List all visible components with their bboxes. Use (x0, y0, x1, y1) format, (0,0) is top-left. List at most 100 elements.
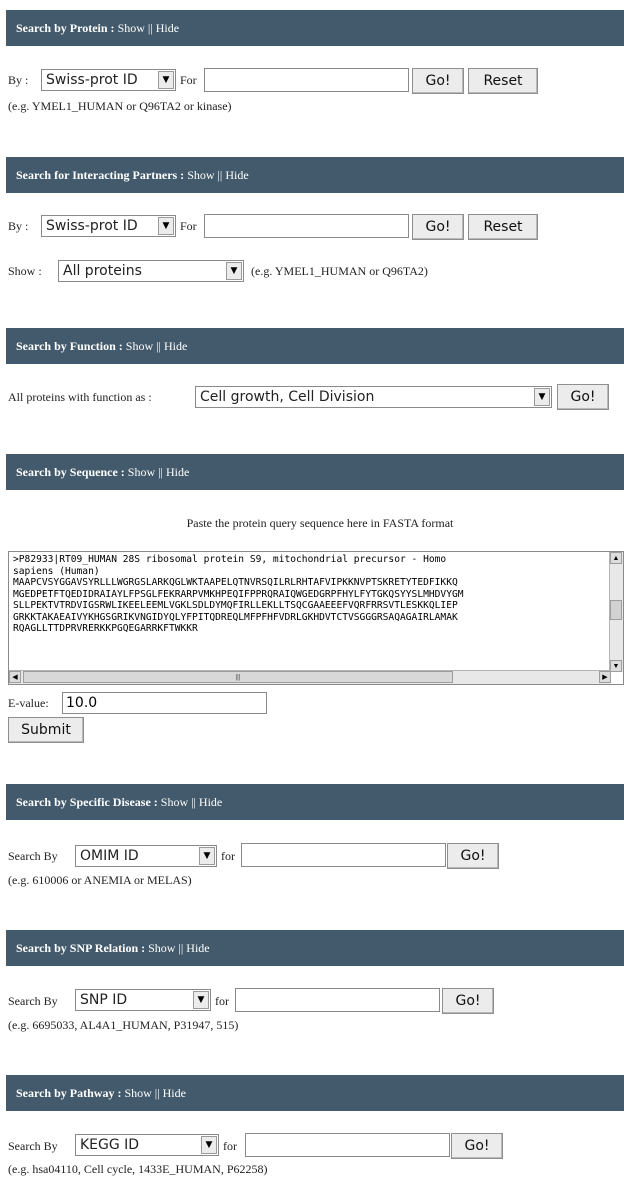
pathway-for-label: for (223, 1139, 237, 1153)
protein-by-label: By : (8, 73, 29, 87)
disease-show-link[interactable]: Show (161, 795, 188, 809)
interacting-for-label: For (180, 219, 197, 233)
protein-by-select-value: Swiss-prot ID (46, 72, 138, 88)
pathway-hide-link[interactable]: Hide (163, 1086, 186, 1100)
dropdown-arrow-icon[interactable]: ▼ (158, 71, 174, 89)
pathway-section-header: Search by Pathway : Show || Hide (6, 1075, 624, 1111)
disease-separator: || (191, 795, 196, 809)
pathway-by-select-value: KEGG ID (80, 1137, 140, 1153)
scroll-right-icon[interactable]: ▶ (599, 671, 611, 683)
sequence-section-title: Search by Sequence : (16, 465, 125, 479)
dropdown-arrow-icon[interactable]: ▼ (199, 847, 215, 865)
sequence-show-link[interactable]: Show (128, 465, 155, 479)
scroll-left-icon[interactable]: ◀ (9, 671, 21, 683)
snp-query-input[interactable] (235, 988, 440, 1012)
sequence-separator: || (158, 465, 163, 479)
function-select[interactable]: Cell growth, Cell Division ▼ (195, 386, 552, 408)
protein-by-select[interactable]: Swiss-prot ID ▼ (41, 69, 176, 91)
dropdown-arrow-icon[interactable]: ▼ (226, 262, 242, 280)
sequence-textarea[interactable]: >P82933|RT09_HUMAN 28S ribosomal protein… (8, 551, 624, 685)
interacting-show-link[interactable]: Show (187, 168, 214, 182)
interacting-hide-link[interactable]: Hide (225, 168, 248, 182)
scroll-down-icon[interactable]: ▼ (610, 660, 622, 672)
sequence-instruction: Paste the protein query sequence here in… (186, 516, 454, 530)
function-select-value: Cell growth, Cell Division (200, 389, 375, 405)
interacting-by-select[interactable]: Swiss-prot ID ▼ (41, 215, 176, 237)
disease-query-input[interactable] (241, 843, 446, 867)
snp-section-header: Search by SNP Relation : Show || Hide (6, 930, 624, 966)
snp-by-label: Search By (8, 994, 58, 1008)
interacting-section-title: Search for Interacting Partners : (16, 168, 185, 182)
snp-section-title: Search by SNP Relation : (16, 941, 146, 955)
sequence-hide-link[interactable]: Hide (166, 465, 189, 479)
dropdown-arrow-icon[interactable]: ▼ (201, 1136, 217, 1154)
disease-go-button[interactable]: Go! (447, 843, 499, 869)
sequence-section-header: Search by Sequence : Show || Hide (6, 454, 624, 490)
snp-hide-link[interactable]: Hide (186, 941, 209, 955)
function-label: All proteins with function as : (8, 390, 152, 404)
dropdown-arrow-icon[interactable]: ▼ (534, 388, 550, 406)
sequence-submit-button[interactable]: Submit (8, 717, 84, 743)
protein-example-text: (e.g. YMEL1_HUMAN or Q96TA2 or kinase) (8, 99, 232, 113)
horizontal-scroll-thumb[interactable]: ||| (23, 671, 453, 683)
function-section-title: Search by Function : (16, 339, 123, 353)
pathway-by-label: Search By (8, 1139, 58, 1153)
protein-hide-link[interactable]: Hide (156, 21, 179, 35)
pathway-query-input[interactable] (245, 1133, 450, 1157)
snp-example-text: (e.g. 6695033, AL4A1_HUMAN, P31947, 515) (8, 1018, 239, 1032)
evalue-label: E-value: (8, 696, 49, 710)
function-go-button[interactable]: Go! (557, 384, 609, 410)
pathway-go-button[interactable]: Go! (451, 1133, 503, 1159)
vertical-scrollbar[interactable]: ▲ ▼ (609, 552, 623, 672)
protein-section-header: Search by Protein : Show || Hide (6, 10, 624, 46)
disease-section-header: Search by Specific Disease : Show || Hid… (6, 784, 624, 820)
grip-icon: ||| (235, 673, 241, 681)
disease-by-label: Search By (8, 849, 58, 863)
disease-by-select-value: OMIM ID (80, 848, 139, 864)
horizontal-scrollbar[interactable]: ◀ ||| ▶ (9, 670, 611, 684)
interacting-show-select-value: All proteins (63, 263, 142, 279)
snp-separator: || (178, 941, 184, 955)
dropdown-arrow-icon[interactable]: ▼ (193, 991, 209, 1009)
disease-hide-link[interactable]: Hide (199, 795, 222, 809)
pathway-show-link[interactable]: Show (124, 1086, 151, 1100)
pathway-separator: || (154, 1086, 160, 1100)
disease-by-select[interactable]: OMIM ID ▼ (75, 845, 217, 867)
protein-for-label: For (180, 73, 197, 87)
dropdown-arrow-icon[interactable]: ▼ (158, 217, 174, 235)
pathway-by-select[interactable]: KEGG ID ▼ (75, 1134, 219, 1156)
interacting-show-select[interactable]: All proteins ▼ (58, 260, 244, 282)
protein-show-link[interactable]: Show (118, 21, 145, 35)
interacting-reset-button[interactable]: Reset (468, 214, 538, 240)
pathway-section-title: Search by Pathway : (16, 1086, 122, 1100)
interacting-show-label: Show : (8, 264, 42, 278)
disease-example-text: (e.g. 610006 or ANEMIA or MELAS) (8, 873, 192, 887)
vertical-scroll-thumb[interactable] (610, 600, 622, 620)
protein-separator: || (147, 21, 153, 35)
protein-query-input[interactable] (204, 68, 409, 92)
protein-reset-button[interactable]: Reset (468, 68, 538, 94)
snp-for-label: for (215, 994, 229, 1008)
pathway-example-text: (e.g. hsa04110, Cell cycle, 1433E_HUMAN,… (8, 1162, 268, 1176)
evalue-input[interactable] (62, 692, 267, 714)
snp-go-button[interactable]: Go! (442, 988, 494, 1014)
interacting-by-select-value: Swiss-prot ID (46, 218, 138, 234)
interacting-query-input[interactable] (204, 214, 409, 238)
sequence-fasta-text: >P82933|RT09_HUMAN 28S ribosomal protein… (13, 554, 464, 634)
function-separator: || (156, 339, 161, 353)
function-hide-link[interactable]: Hide (164, 339, 187, 353)
interacting-separator: || (217, 168, 223, 182)
protein-go-button[interactable]: Go! (412, 68, 464, 94)
interacting-section-header: Search for Interacting Partners : Show |… (6, 157, 624, 193)
interacting-example-text: (e.g. YMEL1_HUMAN or Q96TA2) (251, 264, 428, 278)
function-section-header: Search by Function : Show || Hide (6, 328, 624, 364)
interacting-by-label: By : (8, 219, 29, 233)
snp-by-select[interactable]: SNP ID ▼ (75, 989, 211, 1011)
scroll-up-icon[interactable]: ▲ (610, 552, 622, 564)
snp-by-select-value: SNP ID (80, 992, 128, 1008)
interacting-go-button[interactable]: Go! (412, 214, 464, 240)
function-show-link[interactable]: Show (126, 339, 153, 353)
disease-for-label: for (221, 849, 235, 863)
snp-show-link[interactable]: Show (148, 941, 175, 955)
protein-section-title: Search by Protein : (16, 21, 115, 35)
